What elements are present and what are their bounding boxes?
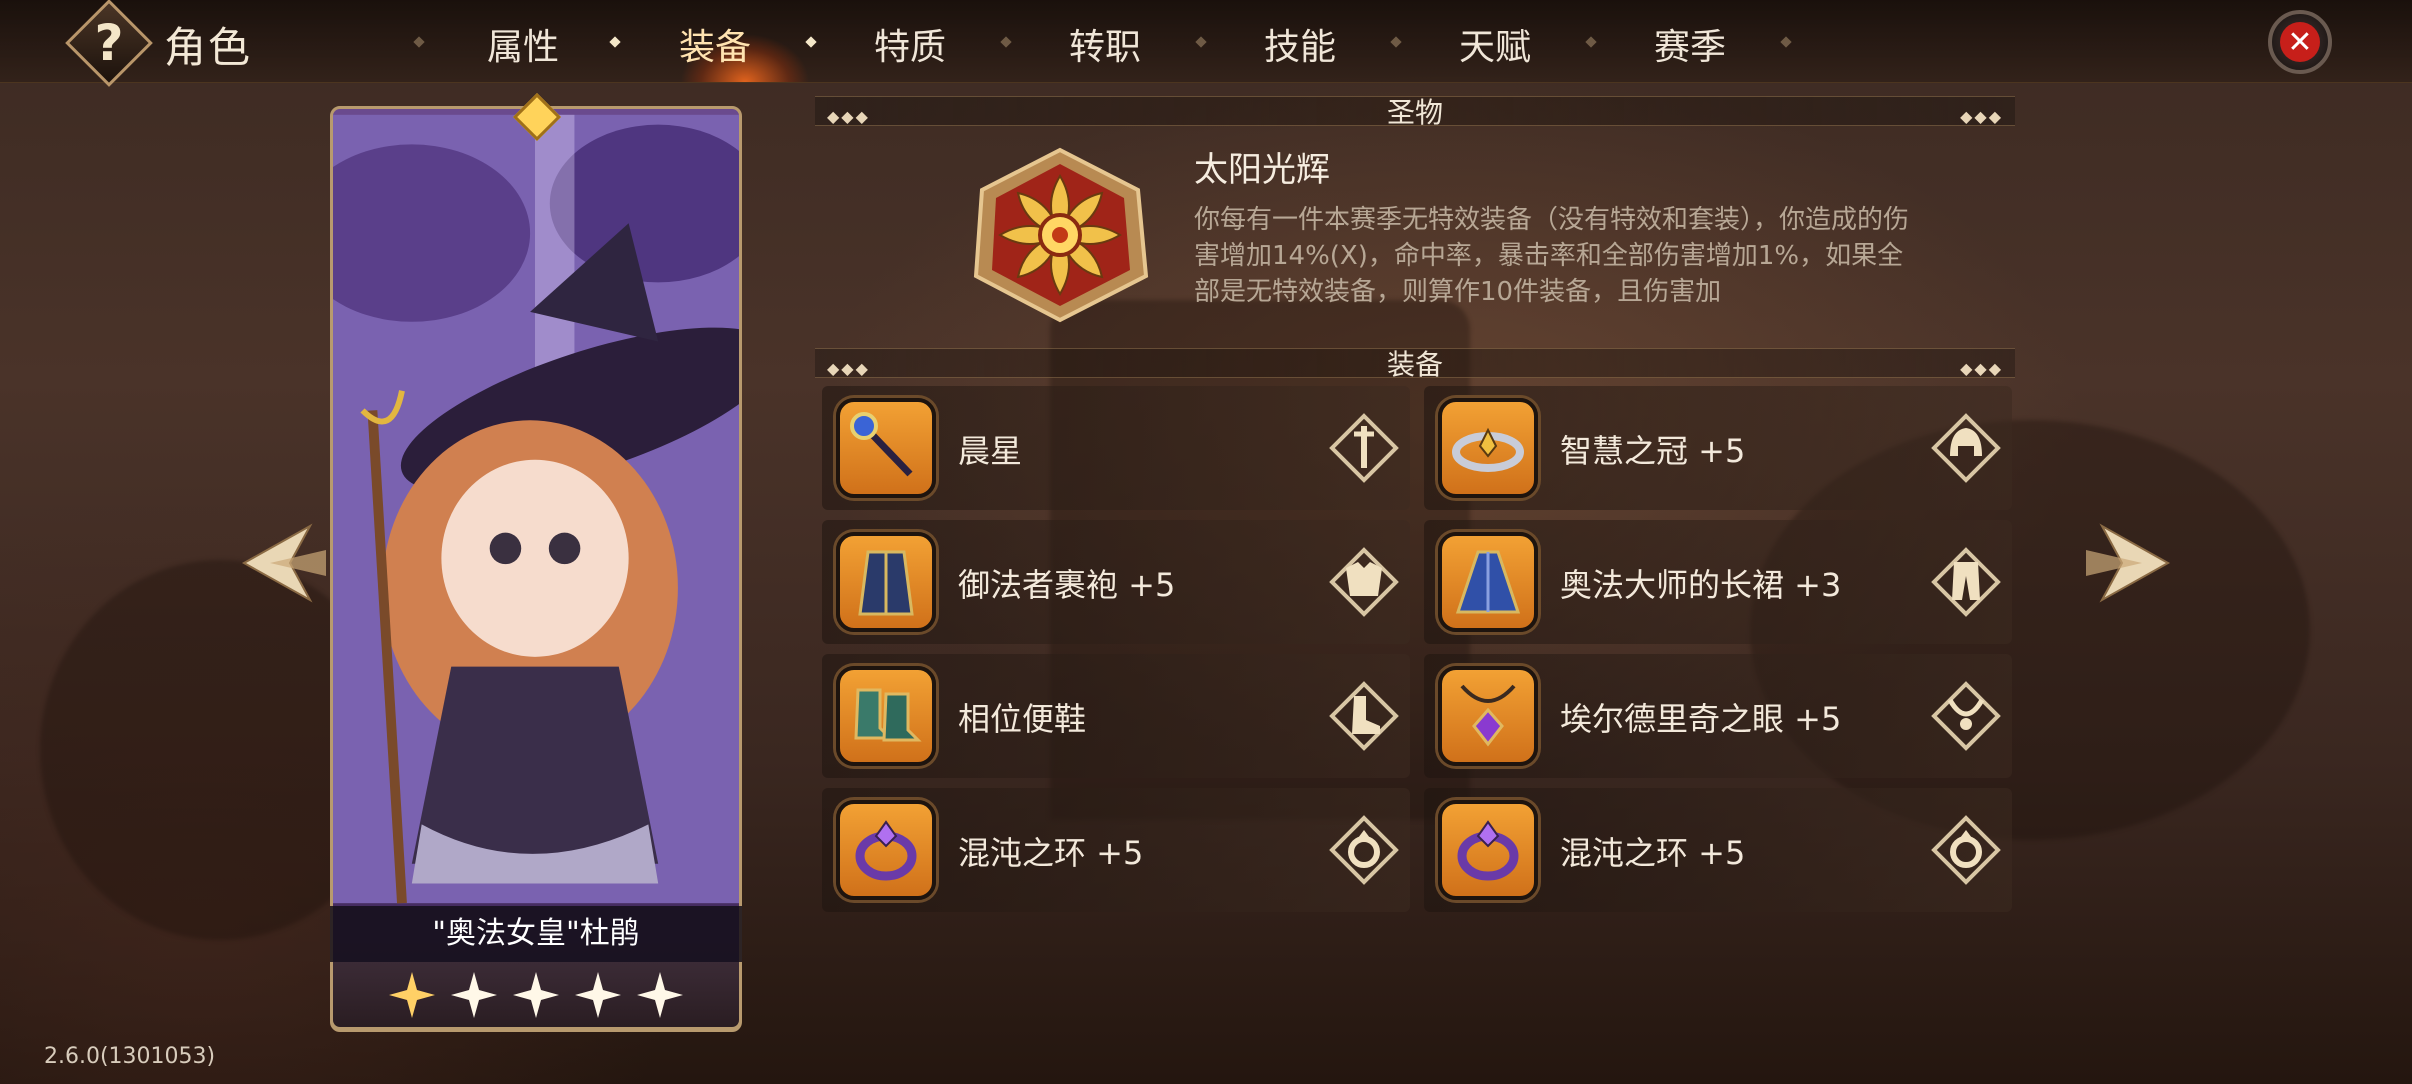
skirt-icon	[1438, 532, 1538, 632]
ornament-dots-icon: ◆◆◆	[1960, 359, 2003, 378]
ring-icon	[1329, 815, 1399, 885]
tab-skills[interactable]: 技能	[1230, 18, 1370, 68]
equipment-name: 埃尔德里奇之眼 +5	[1560, 700, 1842, 738]
equipment-slot-armor[interactable]: 御法者裹袍 +5	[822, 520, 1410, 644]
relic-section-header: ◆◆◆ 圣物 ◆◆◆	[815, 96, 2015, 129]
character-name: "奥法女皇"杜鹃	[432, 916, 640, 951]
character-card[interactable]: 等级60	[330, 106, 742, 1032]
next-character-arrow-icon[interactable]	[2082, 520, 2172, 606]
character-star-rating	[330, 962, 742, 1030]
tab-bar: 属性 装备 特质 转职 技能 天赋 赛季	[413, 0, 1815, 82]
tab-separator	[1585, 36, 1597, 48]
equipment-section-title: 装备	[1386, 348, 1443, 381]
equipment-slot-ring-1[interactable]: 混沌之环 +5	[822, 788, 1410, 912]
ring-item-icon	[836, 800, 936, 900]
equipment-slot-pants[interactable]: 奥法大师的长裙 +3	[1424, 520, 2012, 644]
equipment-slot-weapon[interactable]: 晨星	[822, 386, 1410, 510]
sun-relic-icon[interactable]	[968, 146, 1152, 324]
tab-equipment[interactable]: 装备	[645, 18, 785, 68]
equipment-slot-boots[interactable]: 相位便鞋	[822, 654, 1410, 778]
scepter-icon	[836, 398, 936, 498]
ring-icon	[1931, 815, 2001, 885]
weapon-icon	[1329, 413, 1399, 483]
amulet-icon	[1438, 666, 1538, 766]
boots-item-icon	[836, 666, 936, 766]
equipment-name: 晨星	[958, 432, 1023, 470]
equipment-slot-ring-2[interactable]: 混沌之环 +5	[1424, 788, 2012, 912]
top-bar: ? 角色 属性 装备 特质 转职 技能 天赋 赛季 ✕	[0, 0, 2412, 87]
tab-separator	[1780, 36, 1792, 48]
star-icon	[637, 971, 683, 1018]
tab-separator	[609, 36, 621, 48]
tab-separator	[1000, 36, 1012, 48]
tab-attributes[interactable]: 属性	[453, 18, 593, 68]
star-icon	[575, 971, 621, 1018]
relic-description: 你每有一件本赛季无特效装备（没有特效和套装），你造成的伤害增加14%(X)，命中…	[1194, 205, 1910, 307]
equipment-slot-necklace[interactable]: 埃尔德里奇之眼 +5	[1424, 654, 2012, 778]
crown-icon	[1438, 398, 1538, 498]
tab-season[interactable]: 赛季	[1620, 18, 1760, 68]
equipment-section-header: ◆◆◆ 装备 ◆◆◆	[815, 348, 2015, 381]
equipment-name: 混沌之环 +5	[958, 834, 1144, 872]
equipment-name: 御法者裹袍 +5	[958, 566, 1176, 604]
character-portrait	[333, 114, 739, 904]
boots-icon	[1329, 681, 1399, 751]
tab-separator	[1195, 36, 1207, 48]
helmet-icon	[1931, 413, 2001, 483]
star-icon	[513, 971, 559, 1018]
armor-icon	[1329, 547, 1399, 617]
ornament-dots-icon: ◆◆◆	[1960, 107, 2003, 126]
tab-class-change[interactable]: 转职	[1035, 18, 1175, 68]
robe-icon	[836, 532, 936, 632]
pants-icon	[1931, 547, 2001, 617]
equipment-name: 奥法大师的长裙 +3	[1560, 566, 1842, 604]
equipment-slot-helmet[interactable]: 智慧之冠 +5	[1424, 386, 2012, 510]
tab-talents[interactable]: 天赋	[1425, 18, 1565, 68]
question-mark-icon: ?	[94, 13, 124, 72]
tab-separator	[413, 36, 425, 48]
tab-separator	[1390, 36, 1402, 48]
close-button[interactable]: ✕	[2268, 10, 2332, 74]
necklace-icon	[1931, 681, 2001, 751]
version-label: 2.6.0(1301053)	[44, 1044, 216, 1069]
close-icon: ✕	[2280, 22, 2320, 62]
relic-name: 太阳光辉	[1194, 150, 1330, 190]
ring-item-icon	[1438, 800, 1538, 900]
star-icon	[451, 971, 497, 1018]
equipment-name: 相位便鞋	[958, 700, 1087, 738]
page-title: 角色	[164, 23, 253, 72]
previous-character-arrow-icon[interactable]	[240, 520, 330, 606]
help-button[interactable]: ?	[65, 0, 153, 87]
star-icon	[389, 971, 435, 1018]
tab-separator	[805, 36, 817, 48]
tab-traits[interactable]: 特质	[840, 18, 980, 68]
relic-section-title: 圣物	[1386, 96, 1443, 129]
equipment-name: 智慧之冠 +5	[1560, 432, 1746, 470]
equipment-name: 混沌之环 +5	[1560, 834, 1746, 872]
